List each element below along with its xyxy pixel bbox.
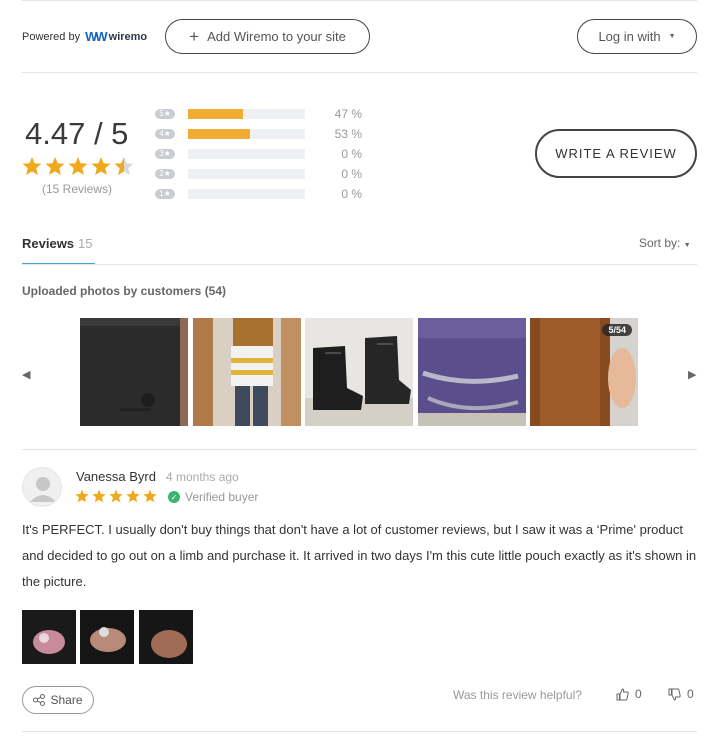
wiremo-brand: wiremo [108,30,148,43]
upvote-button[interactable]: 0 [616,687,642,701]
downvote-button[interactable]: 0 [668,687,694,701]
verified-badge: ✓ Verified buyer [168,490,258,504]
customer-photo[interactable] [305,318,413,426]
review-count: (15 Reviews) [42,182,113,196]
tab-reviews[interactable]: Reviews 15 [22,236,93,251]
sort-label: Sort by: [639,236,681,250]
rating-bar-badge: 2★ [155,169,175,179]
sort-dropdown[interactable]: Sort by: ▼ [639,236,691,250]
review-time: 4 months ago [166,470,239,484]
star-rating-icon [22,157,134,175]
rating-bar-percent: 0 % [341,147,362,161]
bottom-divider [22,731,697,732]
rating-bar-badge: 5★ [155,109,175,119]
rating-bar-row[interactable]: 2★ [155,168,305,180]
check-icon: ✓ [168,491,180,503]
average-stars [22,156,136,184]
wiremo-logo-icon: WW [85,29,108,44]
boots-photo [305,318,413,426]
rating-bar-row[interactable]: 3★ [155,148,305,160]
rating-bar-percent: 47 % [334,107,362,121]
rating-bar-badge: 1★ [155,189,175,199]
downvote-count: 0 [687,687,694,701]
review-text: It's PERFECT. I usually don't buy things… [22,522,697,589]
purple-pouch-photo [418,318,526,426]
notebook-photo [80,318,188,426]
review-photo[interactable] [139,610,193,664]
plus-icon: + [189,27,200,46]
user-icon [30,477,56,502]
rating-bar-row[interactable]: 1★ [155,188,305,200]
verified-label: Verified buyer [185,490,259,504]
thumbs-down-icon [668,688,681,701]
rating-bar-percent: 0 % [341,187,362,201]
tabs-divider [22,264,697,265]
carousel-next-icon[interactable]: ▶ [688,368,696,381]
customer-photo[interactable] [193,318,301,426]
share-label: Share [50,693,83,707]
rating-bar-row[interactable]: 5★ [155,108,305,120]
share-button[interactable]: Share [22,686,94,714]
tab-reviews-label: Reviews [22,236,75,251]
rating-bar-track [188,109,305,119]
customer-photo[interactable] [418,318,526,426]
rating-bar-track [188,189,305,199]
thumbs-up-icon [616,687,629,700]
rating-bar-badge: 4★ [155,129,175,139]
powered-label: Powered by [22,30,81,43]
add-wiremo-button[interactable]: + Add Wiremo to your site [165,19,370,54]
caret-down-icon: ▼ [668,33,676,40]
share-icon [33,694,46,706]
review-author: Vanessa Byrd [76,469,156,484]
star-rating-icon [75,489,157,503]
rating-bar-row[interactable]: 4★ [155,128,305,140]
photo-counter: 5/54 [602,324,632,336]
carousel-prev-icon[interactable]: ◀ [22,368,30,381]
wiremo-logo[interactable]: WW wiremo [85,29,147,44]
add-wiremo-label: Add Wiremo to your site [207,29,346,44]
rating-bar-fill [188,129,250,139]
rating-bar-badge: 3★ [155,149,175,159]
photos-divider [22,449,697,450]
login-label: Log in with [598,29,661,44]
mirror-selfie-photo [193,318,301,426]
rating-bar-percent: 0 % [341,167,362,181]
review-stars [75,489,159,507]
photos-title: Uploaded photos by customers (54) [22,284,227,298]
top-divider [22,0,697,1]
header-divider [22,72,697,73]
hand-photo [139,610,193,664]
hand-pouch-photo [80,610,134,664]
write-review-button[interactable]: WRITE A REVIEW [535,129,697,178]
hand-pouch-photo [22,610,76,664]
rating-bar-track [188,129,305,139]
upvote-count: 0 [635,687,642,701]
avatar [22,467,62,507]
powered-by: Powered by WW wiremo [22,29,147,44]
rating-bar-track [188,169,305,179]
rating-bar-percent: 53 % [334,127,362,141]
customer-photo[interactable]: 5/54 [530,318,638,426]
customer-photo[interactable] [80,318,188,426]
rating-bar-track [188,149,305,159]
tab-reviews-count: 15 [78,236,93,251]
review-photo[interactable] [80,610,134,664]
rating-bar-fill [188,109,243,119]
caret-down-icon: ▼ [683,242,691,249]
review-photo[interactable] [22,610,76,664]
login-with-button[interactable]: Log in with ▼ [577,19,697,54]
average-rating: 4.47 / 5 [25,116,129,151]
helpful-question: Was this review helpful? [453,688,582,702]
